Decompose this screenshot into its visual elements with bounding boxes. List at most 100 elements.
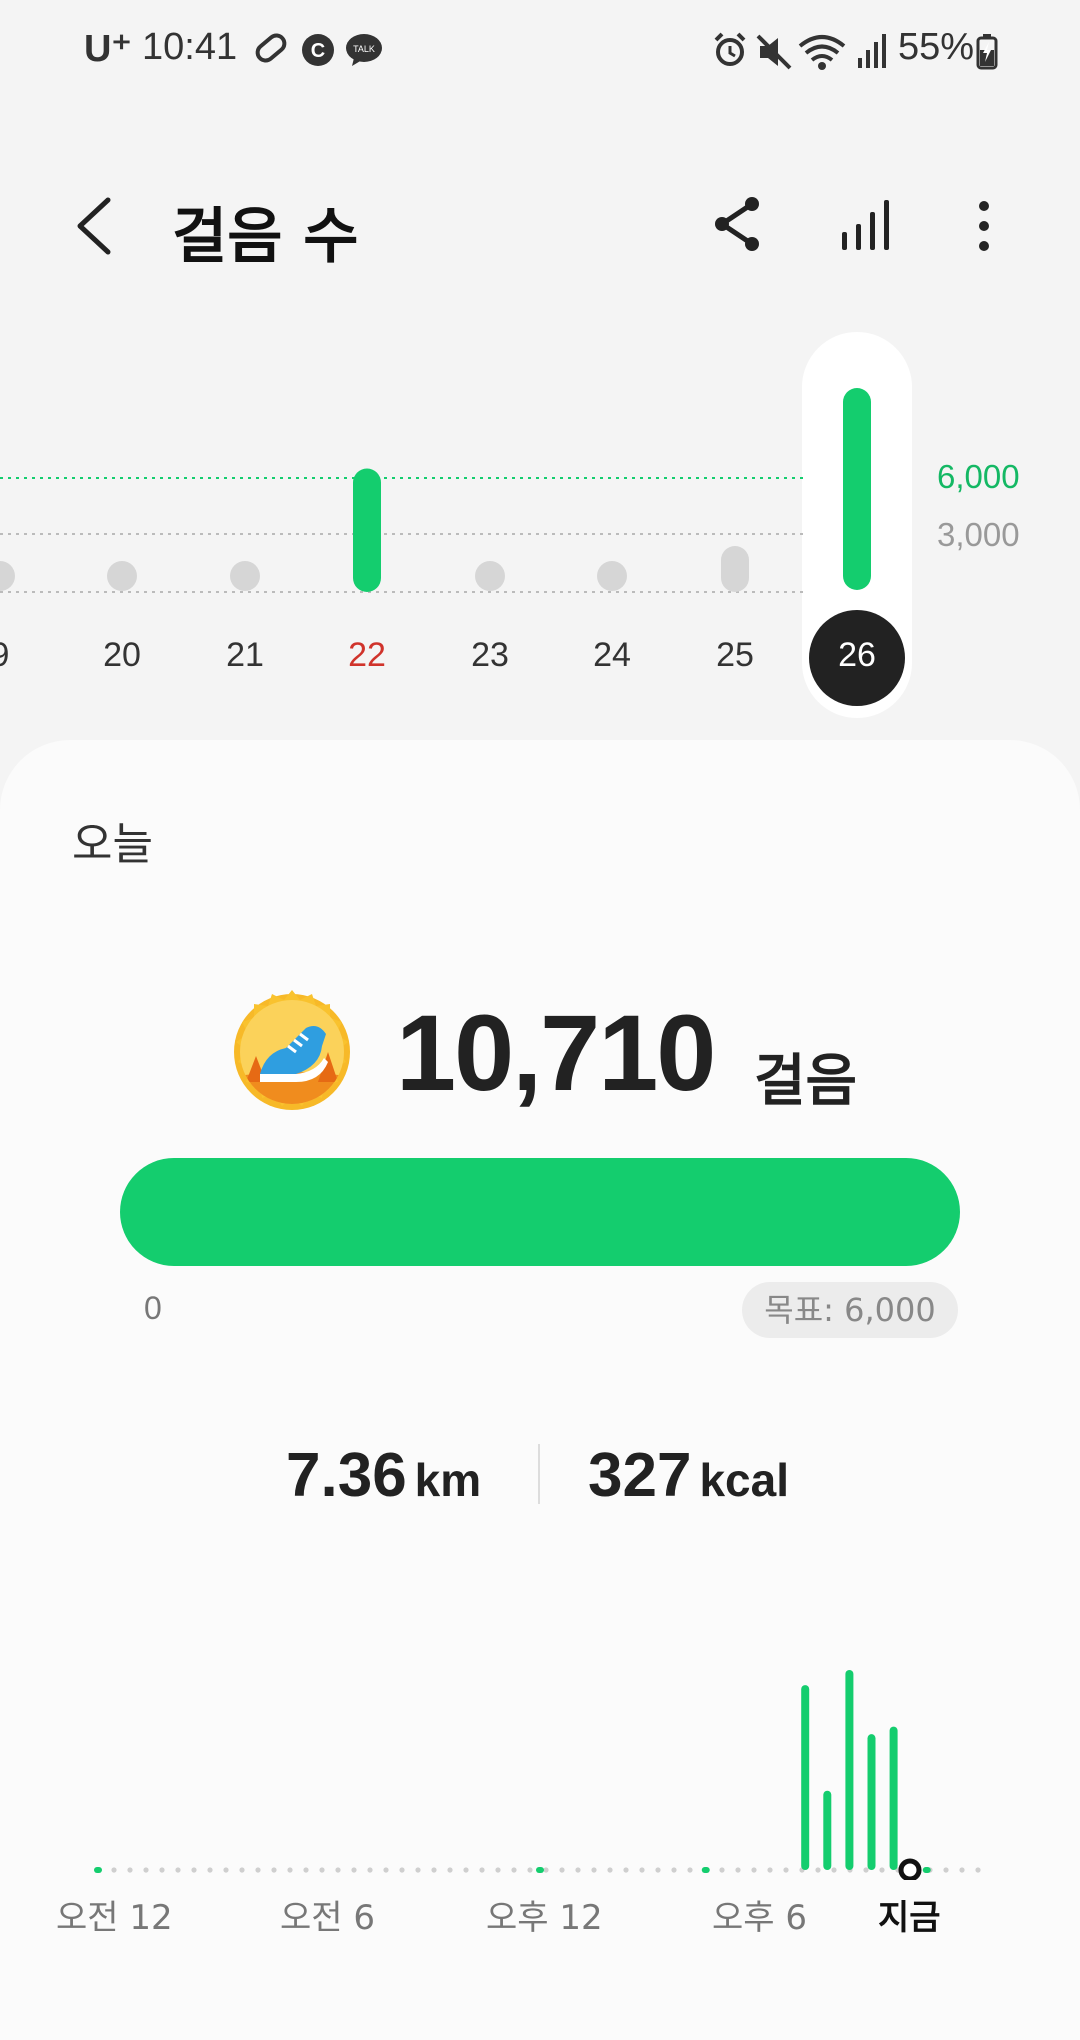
timeline-dot xyxy=(575,1867,581,1873)
calories-value: 327 xyxy=(588,1441,692,1510)
now-marker xyxy=(898,1858,922,1880)
calories-metric: 327 kcal xyxy=(588,1440,789,1511)
timeline-dot xyxy=(831,1867,837,1873)
back-button[interactable] xyxy=(72,194,116,258)
timeline-dot xyxy=(111,1867,117,1873)
status-bar: U⁺ 10:41 C TALK 55% xyxy=(0,0,1080,100)
svg-text:C: C xyxy=(311,40,325,62)
timeline-dot xyxy=(447,1867,453,1873)
time-label-1: 오전 6 xyxy=(280,1898,375,1938)
timeline-dot xyxy=(367,1867,373,1873)
timeline-dot xyxy=(143,1867,149,1873)
timeline-dot xyxy=(463,1867,469,1873)
timeline-dot xyxy=(191,1867,197,1873)
day-dot-21 xyxy=(230,561,260,591)
goal-axis-label: 6,000 xyxy=(937,458,1020,495)
day-bar-26 xyxy=(843,388,871,590)
timeline-dot xyxy=(271,1867,277,1873)
timeline-dot xyxy=(383,1867,389,1873)
metric-divider xyxy=(538,1444,540,1504)
timeline-dot xyxy=(255,1867,261,1873)
timeline-dot xyxy=(527,1867,533,1873)
timeline-dot xyxy=(207,1867,213,1873)
time-label-2: 오후 12 xyxy=(486,1898,603,1938)
time-label-now: 지금 xyxy=(878,1898,941,1938)
day-label-9[interactable]: 9 xyxy=(0,636,40,675)
timeline-dot xyxy=(639,1867,645,1873)
timeline-dot xyxy=(159,1867,165,1873)
activity-mark xyxy=(922,1867,931,1873)
timeline-dot xyxy=(655,1867,661,1873)
timeline-dot xyxy=(511,1867,517,1873)
timeline-dot xyxy=(815,1867,821,1873)
day-label-24[interactable]: 24 xyxy=(572,636,652,675)
activity-mark xyxy=(94,1867,102,1873)
goal-chip: 목표: 6,000 xyxy=(742,1282,958,1338)
activity-mark xyxy=(701,1867,710,1873)
hourly-chart xyxy=(94,1670,981,1880)
time-label-3: 오후 6 xyxy=(712,1898,807,1938)
timeline-dot xyxy=(415,1867,421,1873)
timeline-dot xyxy=(127,1867,133,1873)
timeline-dot xyxy=(223,1867,229,1873)
signal-icon xyxy=(858,34,886,68)
day-dot-23 xyxy=(475,561,505,591)
timeline-dot xyxy=(479,1867,485,1873)
timeline-dot xyxy=(687,1867,693,1873)
day-dot-24 xyxy=(597,561,627,591)
hourly-bar-3 xyxy=(867,1734,876,1870)
day-label-22[interactable]: 22 xyxy=(327,636,407,675)
timeline-dot xyxy=(767,1867,773,1873)
timeline-dot xyxy=(623,1867,629,1873)
battery-percent: 55% xyxy=(898,26,975,68)
timeline-dot xyxy=(719,1867,725,1873)
day-label-26[interactable]: 26 xyxy=(809,610,905,706)
timeline-dot xyxy=(399,1867,405,1873)
goal-progress-bar xyxy=(120,1158,960,1266)
time-label-0: 오전 12 xyxy=(56,1898,173,1938)
week-chart xyxy=(0,388,871,592)
battery-charging-icon xyxy=(976,34,998,70)
mute-icon xyxy=(756,34,792,70)
hourly-bar-1 xyxy=(823,1790,832,1870)
c-app-icon: C xyxy=(302,34,334,66)
timeline-dot xyxy=(239,1867,245,1873)
day-dot-9 xyxy=(0,561,15,591)
day-label-20[interactable]: 20 xyxy=(82,636,162,675)
distance-metric: 7.36 km xyxy=(286,1440,481,1511)
hourly-bar-4 xyxy=(889,1726,898,1870)
share-button[interactable] xyxy=(712,196,762,252)
timeline-dot xyxy=(783,1867,789,1873)
day-bar-22 xyxy=(353,468,381,592)
timeline-dot xyxy=(543,1867,549,1873)
timeline-dot xyxy=(943,1867,949,1873)
timeline-dot xyxy=(959,1867,965,1873)
timeline-dot xyxy=(591,1867,597,1873)
timeline-dot xyxy=(607,1867,613,1873)
day-dot-20 xyxy=(107,561,137,591)
running-shoe-badge-icon xyxy=(234,990,350,1110)
day-label-23[interactable]: 23 xyxy=(450,636,530,675)
day-label-21[interactable]: 21 xyxy=(205,636,285,675)
activity-mark xyxy=(536,1867,544,1873)
hourly-bar-0 xyxy=(801,1685,810,1870)
timeline-dot xyxy=(287,1867,293,1873)
distance-value: 7.36 xyxy=(286,1441,407,1510)
trend-button[interactable] xyxy=(840,200,894,252)
svg-text:TALK: TALK xyxy=(353,44,375,54)
hourly-bar-2 xyxy=(845,1670,854,1870)
alarm-icon xyxy=(714,32,746,66)
calories-unit: kcal xyxy=(699,1454,789,1506)
carrier-label: U⁺ xyxy=(84,28,132,70)
day-label-25[interactable]: 25 xyxy=(695,636,775,675)
step-count: 10,710 xyxy=(396,992,716,1113)
timeline-dot xyxy=(175,1867,181,1873)
timeline-dot xyxy=(863,1867,869,1873)
pill-icon xyxy=(255,33,287,63)
timeline-dot xyxy=(495,1867,501,1873)
step-unit: 걸음 xyxy=(754,1049,858,1114)
bar-chart-icon xyxy=(842,200,889,250)
more-options-button[interactable] xyxy=(972,198,996,254)
day-bar-25 xyxy=(721,546,749,592)
timeline-dot xyxy=(735,1867,741,1873)
